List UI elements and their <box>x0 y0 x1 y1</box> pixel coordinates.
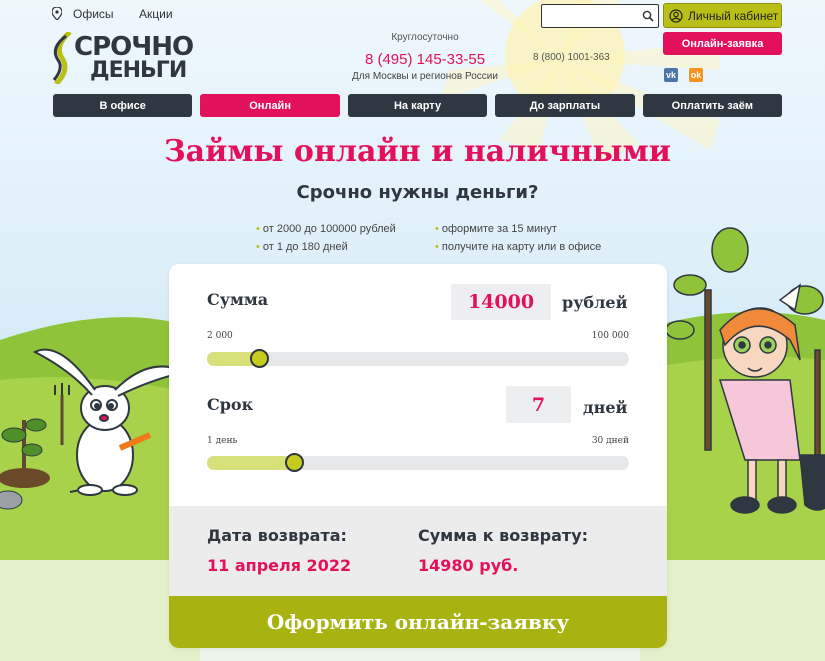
feature-item: • от 2000 до 100000 рублей <box>256 223 396 235</box>
term-min-label: 1 день <box>207 436 238 446</box>
amount-value-box[interactable]: 14000 <box>451 284 551 320</box>
return-date-label: Дата возврата: <box>207 526 347 545</box>
features-left: • от 2000 до 100000 рублей • от 1 до 180 д… <box>256 220 396 256</box>
amount-slider[interactable] <box>207 349 629 368</box>
term-slider-fill <box>207 456 294 470</box>
feature-item: • получите на карту или в офисе <box>435 241 602 253</box>
nav-item-payday[interactable]: До зарплаты <box>495 94 635 117</box>
page-title: Займы онлайн и наличными <box>164 134 671 169</box>
return-date-value: 11 апреля 2022 <box>207 556 352 575</box>
submit-application-button[interactable]: Оформить онлайн-заявку <box>169 596 667 648</box>
personal-cabinet-button[interactable]: Личный кабинет <box>663 3 782 28</box>
feature-item: • оформите за 15 минут <box>435 223 557 235</box>
term-value-box[interactable]: 7 <box>506 386 571 423</box>
promos-link[interactable]: Акции <box>139 7 173 21</box>
location-pin-icon <box>52 7 62 20</box>
term-slider[interactable] <box>207 453 629 472</box>
term-label: Срок <box>207 395 254 414</box>
main-phone[interactable]: 8 (495) 145-33-55 <box>350 51 500 68</box>
term-unit: дней <box>583 398 628 417</box>
amount-label: Сумма <box>207 290 269 309</box>
term-max-label: 30 дней <box>591 436 629 446</box>
loan-calculator: Сумма 14000 рублей 2 000 100 000 Срок 7 … <box>169 264 667 648</box>
main-nav: В офисе Онлайн На карту До зарплаты Опла… <box>53 94 783 117</box>
features-right: • оформите за 15 минут • получите на карту… <box>435 220 601 256</box>
amount-slider-handle[interactable] <box>250 349 269 368</box>
amount-unit: рублей <box>562 293 628 312</box>
term-slider-handle[interactable] <box>285 453 304 472</box>
nav-item-online[interactable]: Онлайн <box>200 94 340 117</box>
return-sum-label: Сумма к возврату: <box>418 526 589 545</box>
page-subtitle: Срочно нужны деньги? <box>296 182 539 203</box>
amount-min-label: 2 000 <box>207 331 233 341</box>
logo[interactable]: СРОЧНО ДЕНЬГИ <box>52 30 202 86</box>
search-input[interactable] <box>544 7 640 25</box>
feature-item: • от 1 до 180 дней <box>256 241 348 253</box>
region-label: Для Москвы и регионов России <box>352 71 498 82</box>
search-icon[interactable] <box>642 10 654 22</box>
nav-item-card[interactable]: На карту <box>347 94 488 117</box>
offices-link[interactable]: Офисы <box>73 7 114 21</box>
nav-item-pay-loan[interactable]: Оплатить заём <box>642 94 783 117</box>
return-sum-value: 14980 руб. <box>418 556 519 575</box>
search-box[interactable] <box>541 4 659 28</box>
logo-mark-icon <box>52 32 72 84</box>
hours-label: Круглосуточно <box>391 32 459 43</box>
user-icon <box>669 8 683 23</box>
odnoklassniki-icon[interactable]: ok <box>689 68 703 82</box>
personal-cabinet-label: Личный кабинет <box>688 8 779 23</box>
nav-item-office[interactable]: В офисе <box>53 94 193 117</box>
logo-line2: ДЕНЬГИ <box>90 58 187 83</box>
result-panel: Дата возврата: 11 апреля 2022 Сумма к во… <box>169 506 667 596</box>
secondary-phone[interactable]: 8 (800) 1001-363 <box>533 52 610 63</box>
online-apply-button[interactable]: Онлайн-заявка <box>663 32 782 55</box>
vk-icon[interactable]: vk <box>664 68 678 82</box>
amount-max-label: 100 000 <box>591 331 629 341</box>
